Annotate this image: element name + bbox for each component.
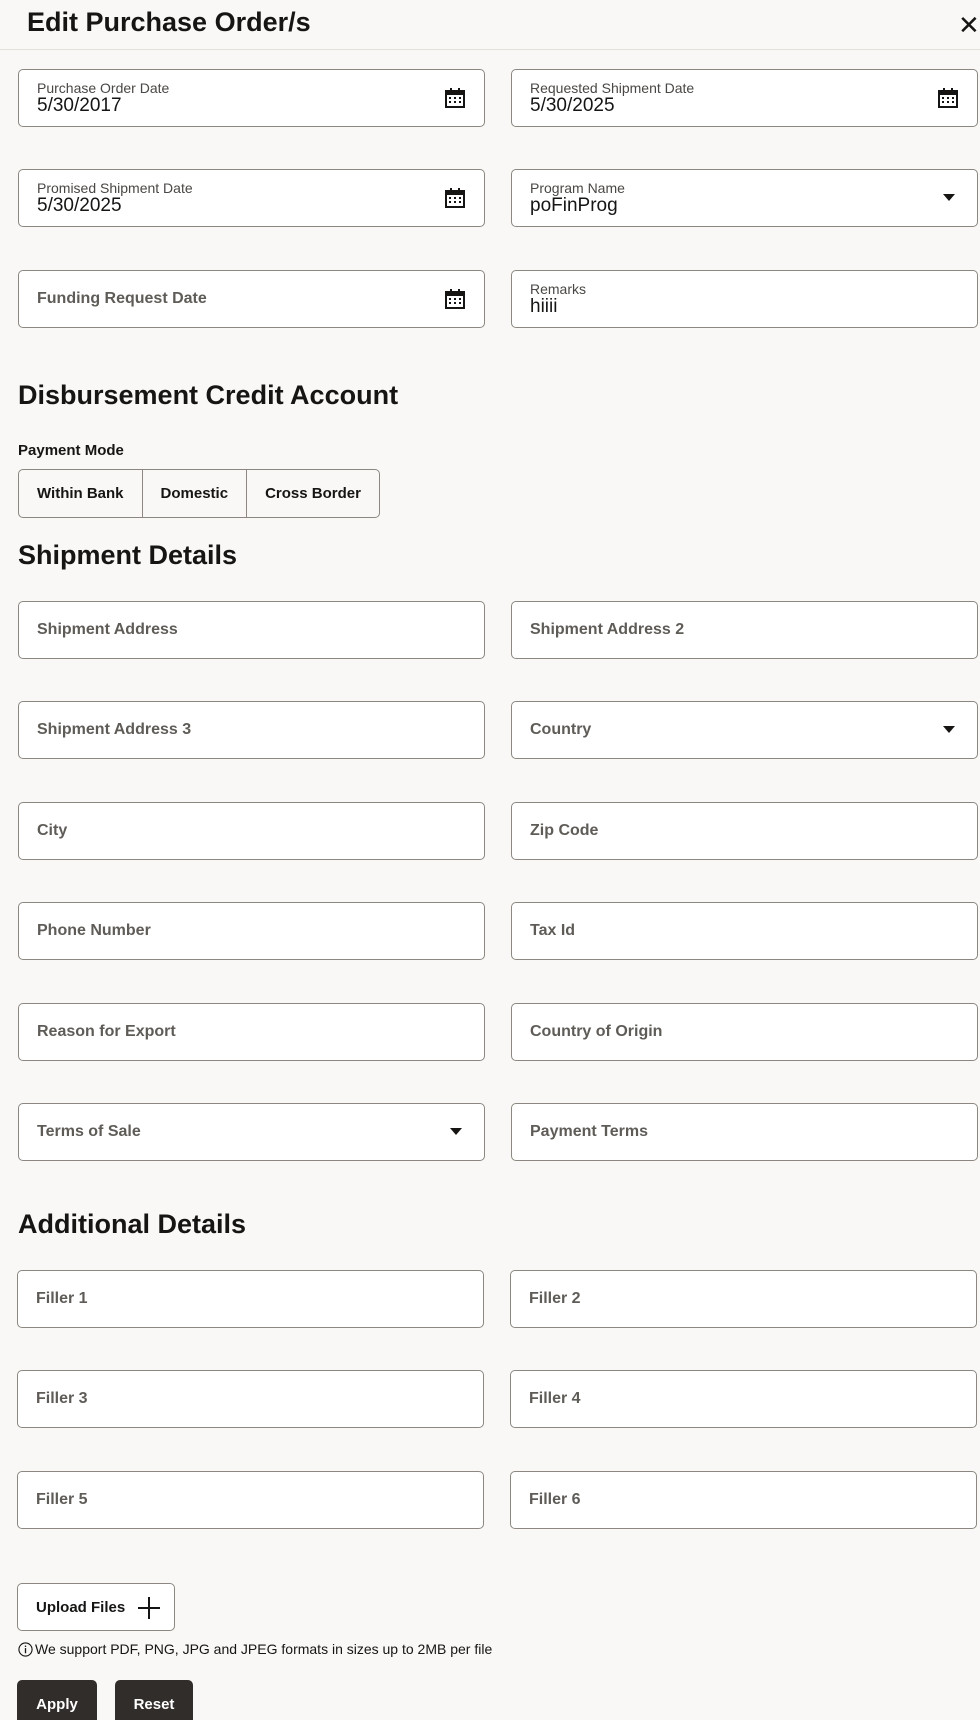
country-select[interactable]: Country [511,701,978,759]
remarks-value: hiiii [530,296,558,317]
purchase-order-date-label: Purchase Order Date [37,80,170,96]
phone-number-field[interactable]: Phone Number [18,902,485,960]
purchase-order-date-field[interactable]: Purchase Order Date 5/30/2017 [18,69,485,127]
program-name-label: Program Name [530,180,625,196]
reset-button[interactable]: Reset [115,1680,193,1720]
requested-shipment-date-value: 5/30/2025 [530,95,615,116]
funding-request-date-placeholder: Funding Request Date [37,290,207,307]
funding-request-date-field[interactable]: Funding Request Date [18,270,485,328]
calendar-icon[interactable] [444,187,466,209]
upload-hint: We support PDF, PNG, JPG and JPEG format… [18,1641,492,1657]
filler-4-placeholder: Filler 4 [529,1390,581,1407]
filler-6-field[interactable]: Filler 6 [510,1471,977,1529]
filler-6-placeholder: Filler 6 [529,1491,581,1508]
calendar-icon[interactable] [444,288,466,310]
info-icon [18,1641,33,1657]
payment-terms-field[interactable]: Payment Terms [511,1103,978,1161]
calendar-icon[interactable] [937,87,959,109]
filler-5-field[interactable]: Filler 5 [17,1471,484,1529]
filler-5-placeholder: Filler 5 [36,1491,88,1508]
country-placeholder: Country [530,721,592,738]
program-name-value: poFinProg [530,195,618,216]
requested-shipment-date-field[interactable]: Requested Shipment Date 5/30/2025 [511,69,978,127]
remarks-label: Remarks [530,281,587,297]
shipment-address-3-field[interactable]: Shipment Address 3 [18,701,485,759]
filler-2-field[interactable]: Filler 2 [510,1270,977,1328]
tax-id-placeholder: Tax Id [530,922,576,939]
requested-shipment-date-label: Requested Shipment Date [530,80,695,96]
upload-files-label: Upload Files [36,1599,126,1616]
filler-1-field[interactable]: Filler 1 [17,1270,484,1328]
chevron-down-icon[interactable] [943,194,955,201]
reason-for-export-placeholder: Reason for Export [37,1023,176,1040]
program-name-select[interactable]: Program Name poFinProg [511,169,978,227]
upload-hint-text: We support PDF, PNG, JPG and JPEG format… [35,1641,493,1657]
dialog-header: Edit Purchase Order/s ✕ [0,0,980,50]
additional-section-title: Additional Details [18,1209,247,1239]
payment-mode-label: Payment Mode [18,442,124,459]
close-icon[interactable]: ✕ [958,10,980,40]
zip-code-field[interactable]: Zip Code [511,802,978,860]
reason-for-export-field[interactable]: Reason for Export [18,1003,485,1061]
payment-mode-domestic[interactable]: Domestic [143,470,248,517]
chevron-down-icon[interactable] [450,1128,462,1135]
shipment-address-2-field[interactable]: Shipment Address 2 [511,601,978,659]
city-placeholder: City [37,822,68,839]
filler-3-field[interactable]: Filler 3 [17,1370,484,1428]
payment-mode-within-bank[interactable]: Within Bank [19,470,143,517]
calendar-icon[interactable] [444,87,466,109]
terms-of-sale-select[interactable]: Terms of Sale [18,1103,485,1161]
shipment-address-placeholder: Shipment Address [37,621,178,638]
payment-terms-placeholder: Payment Terms [530,1123,648,1140]
filler-1-placeholder: Filler 1 [36,1290,88,1307]
remarks-field[interactable]: Remarks hiiii [511,270,978,328]
shipment-address-field[interactable]: Shipment Address [18,601,485,659]
promised-shipment-date-label: Promised Shipment Date [37,180,193,196]
page-title: Edit Purchase Order/s [27,7,311,37]
filler-4-field[interactable]: Filler 4 [510,1370,977,1428]
country-of-origin-field[interactable]: Country of Origin [511,1003,978,1061]
zip-code-placeholder: Zip Code [530,822,599,839]
apply-button[interactable]: Apply [17,1680,97,1720]
upload-files-button[interactable]: Upload Files [17,1583,175,1631]
shipment-section-title: Shipment Details [18,540,238,570]
chevron-down-icon[interactable] [943,726,955,733]
promised-shipment-date-value: 5/30/2025 [37,195,122,216]
city-field[interactable]: City [18,802,485,860]
promised-shipment-date-field[interactable]: Promised Shipment Date 5/30/2025 [18,169,485,227]
shipment-address-2-placeholder: Shipment Address 2 [530,621,685,638]
payment-mode-cross-border[interactable]: Cross Border [247,470,379,517]
filler-2-placeholder: Filler 2 [529,1290,581,1307]
terms-of-sale-placeholder: Terms of Sale [37,1123,141,1140]
plus-icon [138,1597,160,1619]
filler-3-placeholder: Filler 3 [36,1390,88,1407]
tax-id-field[interactable]: Tax Id [511,902,978,960]
country-of-origin-placeholder: Country of Origin [530,1023,663,1040]
shipment-address-3-placeholder: Shipment Address 3 [37,721,192,738]
disbursement-section-title: Disbursement Credit Account [18,380,399,410]
phone-number-placeholder: Phone Number [37,922,151,939]
payment-mode-segmented-control: Within Bank Domestic Cross Border [18,469,380,518]
purchase-order-date-value: 5/30/2017 [37,95,122,116]
